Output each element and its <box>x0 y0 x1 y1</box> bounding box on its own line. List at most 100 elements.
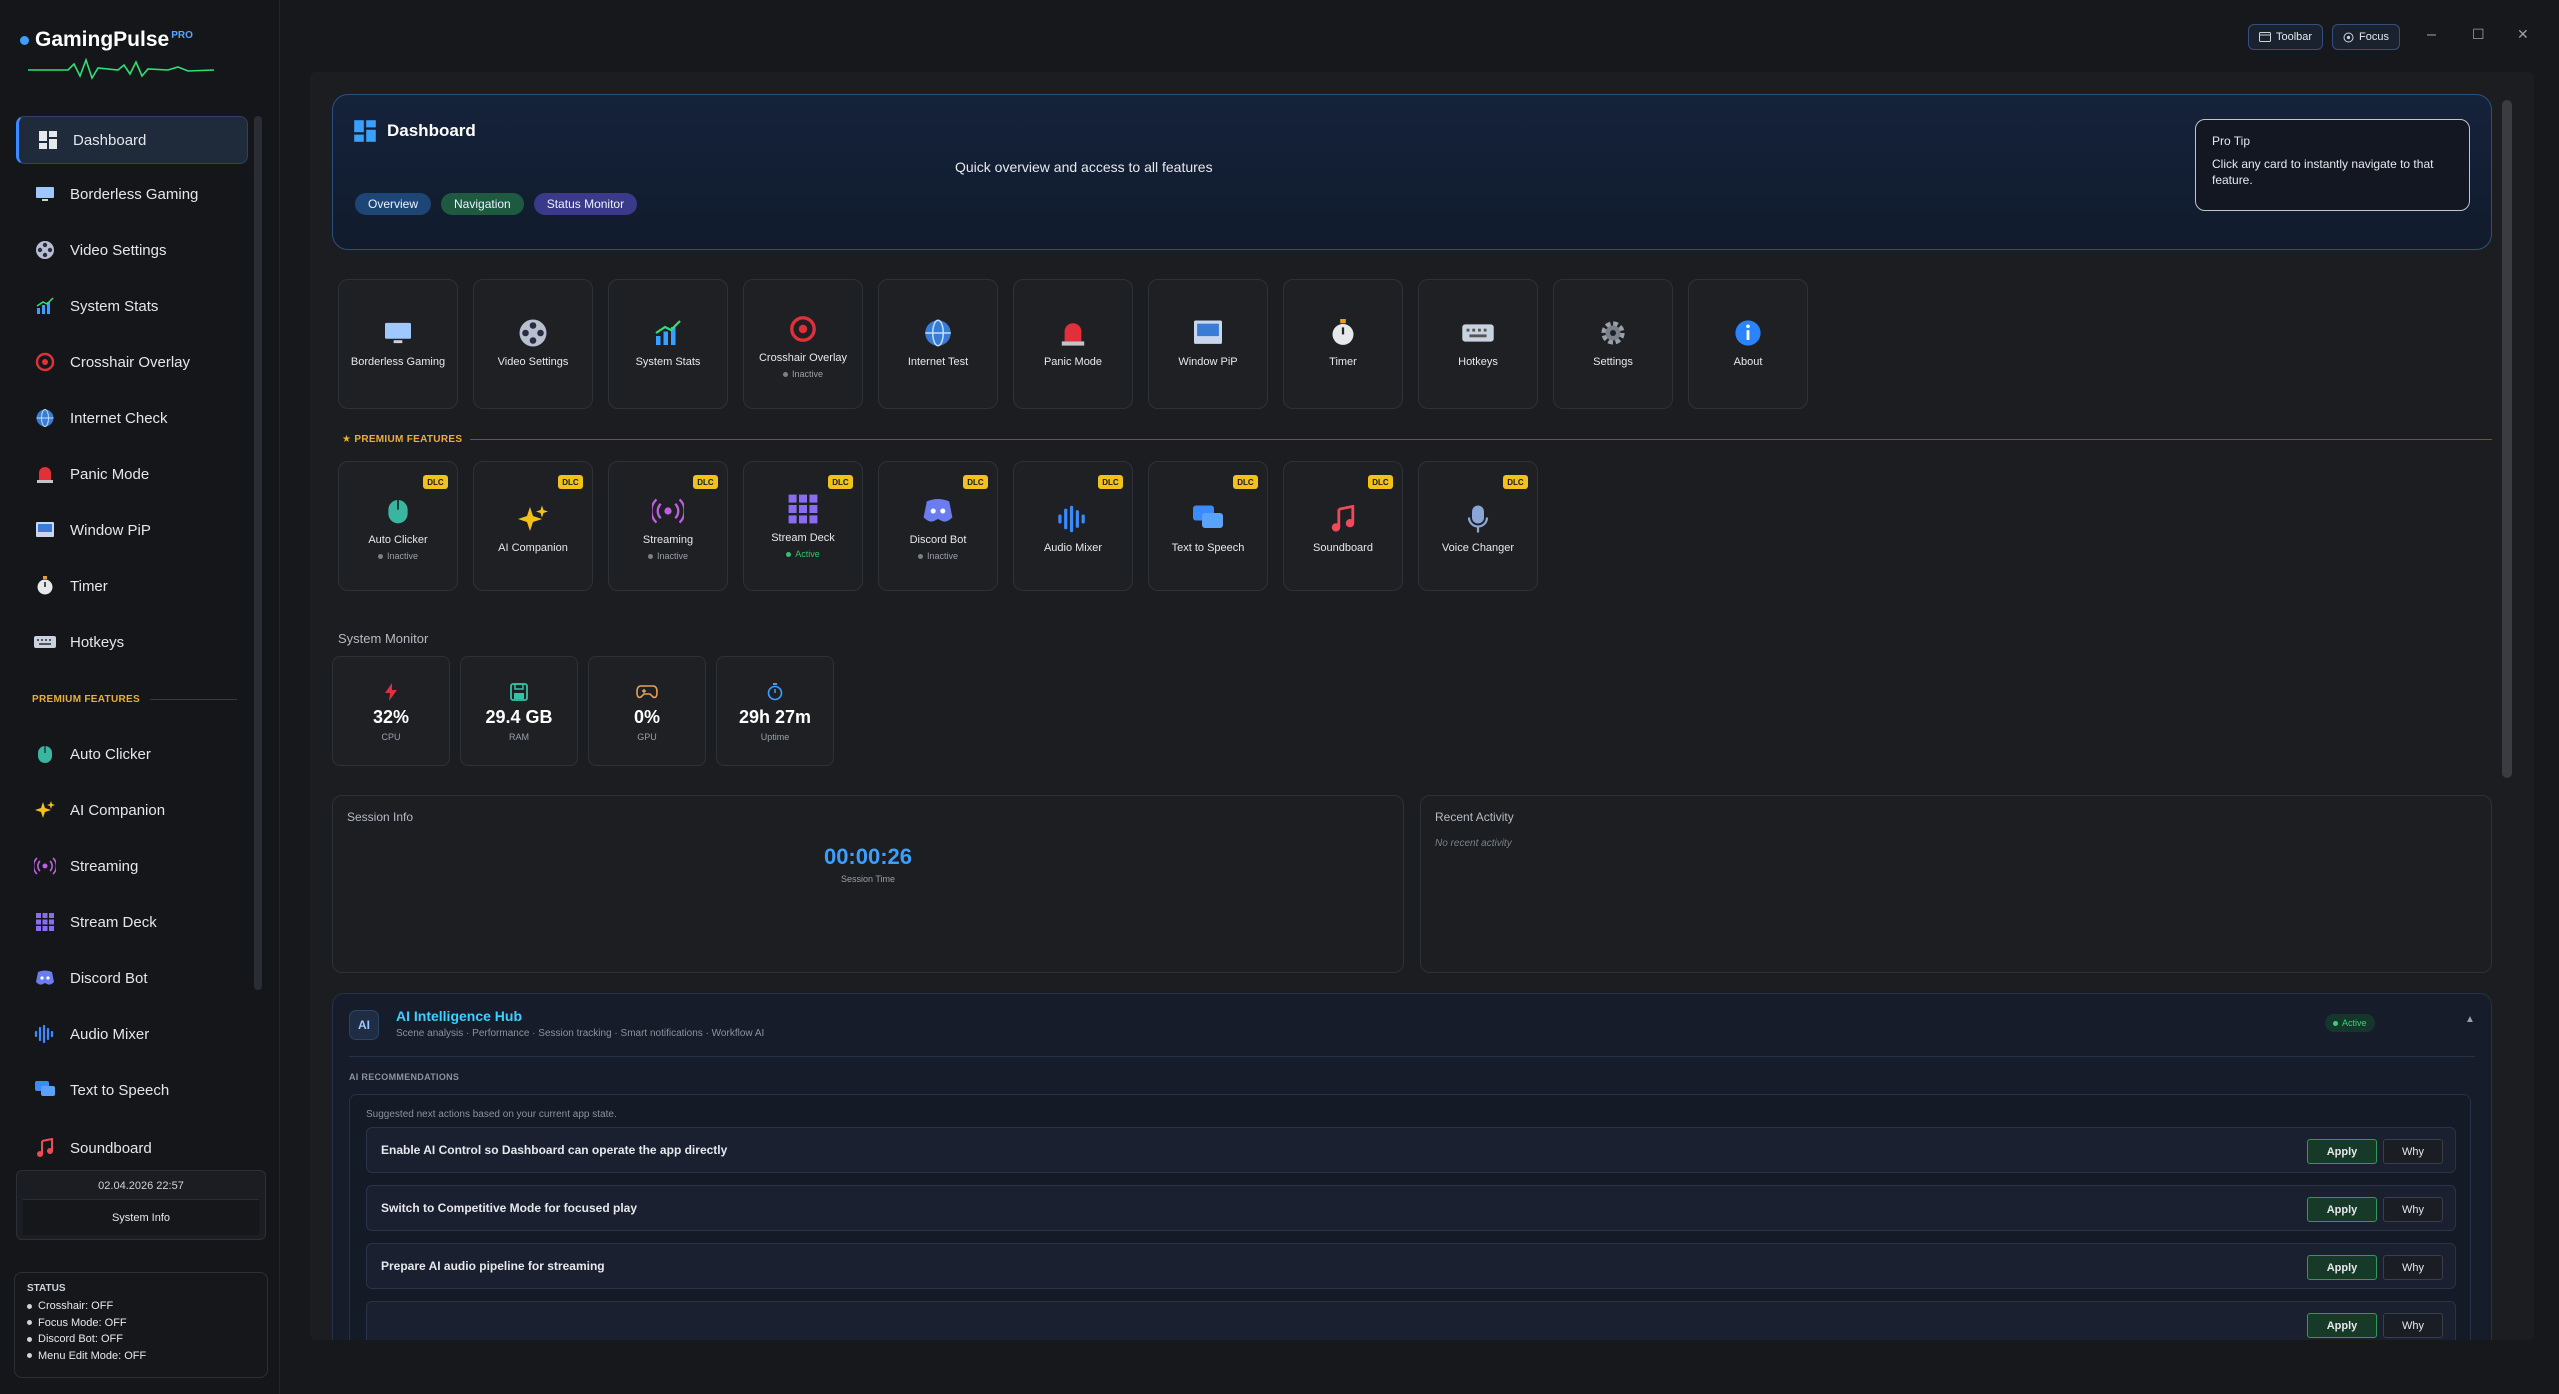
feature-card-label: Video Settings <box>497 356 569 368</box>
sidebar-item-auto-clicker[interactable]: Auto Clicker <box>16 730 248 778</box>
mouse-icon <box>381 494 415 528</box>
sidebar-item-ai-companion[interactable]: AI Companion <box>16 786 248 834</box>
sidebar-item-audio-mixer[interactable]: Audio Mixer <box>16 1010 248 1058</box>
toolbar-button[interactable]: Toolbar <box>2248 24 2324 50</box>
sidebar-item-crosshair-overlay[interactable]: Crosshair Overlay <box>16 338 248 386</box>
recommendation-row: Prepare AI audio pipeline for streaming … <box>366 1243 2456 1289</box>
sidebar-item-system-stats[interactable]: System Stats <box>16 282 248 330</box>
why-button[interactable]: Why <box>2383 1313 2443 1338</box>
feature-card-crosshair-overlay[interactable]: Crosshair Overlay Inactive <box>743 279 863 409</box>
sidebar-item-window-pip[interactable]: Window PiP <box>16 506 248 554</box>
apply-button[interactable]: Apply <box>2307 1197 2377 1222</box>
sidebar-item-stream-deck[interactable]: Stream Deck <box>16 898 248 946</box>
monitor-card-cpu: 32% CPU <box>332 656 450 766</box>
pip-icon <box>1191 316 1225 350</box>
feature-card-video-settings[interactable]: Video Settings <box>473 279 593 409</box>
page-title: Dashboard <box>353 119 476 143</box>
close-button[interactable]: ✕ <box>2517 26 2529 43</box>
feature-card-hotkeys[interactable]: Hotkeys <box>1418 279 1538 409</box>
status-title: STATUS <box>27 1283 66 1294</box>
crosshair-icon <box>786 312 820 346</box>
maximize-button[interactable]: ☐ <box>2472 26 2485 43</box>
feature-card-borderless-gaming[interactable]: Borderless Gaming <box>338 279 458 409</box>
sidebar-item-timer[interactable]: Timer <box>16 562 248 610</box>
ai-status-badge: Active <box>2325 1014 2375 1032</box>
why-button[interactable]: Why <box>2383 1139 2443 1164</box>
premium-card-ai-companion[interactable]: DLC AI Companion <box>473 461 593 591</box>
sidebar-scrollbar[interactable] <box>254 116 262 990</box>
sidebar-item-label: Hotkeys <box>70 633 125 651</box>
system-info-button[interactable]: System Info <box>23 1199 259 1235</box>
brand: GamingPulse PRO <box>20 28 193 52</box>
apply-button[interactable]: Apply <box>2307 1255 2377 1280</box>
feature-card-system-stats[interactable]: System Stats <box>608 279 728 409</box>
monitor-icon <box>381 316 415 350</box>
feature-card-label: Crosshair Overlay <box>758 352 848 364</box>
broadcast-icon <box>34 855 56 877</box>
pill-status-monitor[interactable]: Status Monitor <box>533 193 638 215</box>
premium-card-text-to-speech[interactable]: DLC Text to Speech <box>1148 461 1268 591</box>
sidebar-item-video-settings[interactable]: Video Settings <box>16 226 248 274</box>
siren-icon <box>1056 316 1090 350</box>
feature-card-label: Streaming <box>642 534 694 546</box>
feature-card-label: Audio Mixer <box>1043 542 1103 554</box>
sidebar-item-discord-bot[interactable]: Discord Bot <box>16 954 248 1002</box>
premium-section-header: PREMIUM FEATURES <box>32 694 237 705</box>
pill-overview[interactable]: Overview <box>355 193 432 215</box>
why-button[interactable]: Why <box>2383 1197 2443 1222</box>
stopwatch-icon <box>764 681 786 703</box>
feature-card-timer[interactable]: Timer <box>1283 279 1403 409</box>
speech-bubble-icon <box>1191 502 1225 536</box>
chart-icon <box>651 316 685 350</box>
sidebar-item-dashboard[interactable]: Dashboard <box>16 116 248 164</box>
feature-card-label: Internet Test <box>907 356 969 368</box>
sidebar-item-hotkeys[interactable]: Hotkeys <box>16 618 248 666</box>
main-scrollbar[interactable] <box>2502 100 2512 778</box>
sidebar-item-internet-check[interactable]: Internet Check <box>16 394 248 442</box>
premium-card-audio-mixer[interactable]: DLC Audio Mixer <box>1013 461 1133 591</box>
feature-card-label: Soundboard <box>1313 542 1373 554</box>
feature-card-internet-test[interactable]: Internet Test <box>878 279 998 409</box>
feature-card-settings[interactable]: Settings <box>1553 279 1673 409</box>
dlc-badge: DLC <box>963 475 988 489</box>
feature-card-label: About <box>1733 356 1763 368</box>
premium-card-discord-bot[interactable]: DLC Discord Bot Inactive <box>878 461 998 591</box>
sidebar-item-label: Crosshair Overlay <box>70 353 191 371</box>
film-reel-icon <box>516 316 550 350</box>
chart-icon <box>34 295 56 317</box>
premium-card-stream-deck[interactable]: DLC Stream Deck Active <box>743 461 863 591</box>
premium-card-auto-clicker[interactable]: DLC Auto Clicker Inactive <box>338 461 458 591</box>
sidebar-item-panic-mode[interactable]: Panic Mode <box>16 450 248 498</box>
monitor-card-ram: 29.4 GB RAM <box>460 656 578 766</box>
feature-card-status: Inactive <box>918 551 958 561</box>
feature-card-window-pip[interactable]: Window PiP <box>1148 279 1268 409</box>
recommendation-text: Prepare AI audio pipeline for streaming <box>381 1259 605 1273</box>
apply-button[interactable]: Apply <box>2307 1313 2377 1338</box>
sidebar-item-soundboard[interactable]: Soundboard <box>16 1124 248 1172</box>
datetime-box: 02.04.2026 22:57 System Info <box>16 1170 266 1240</box>
why-button[interactable]: Why <box>2383 1255 2443 1280</box>
apply-button[interactable]: Apply <box>2307 1139 2377 1164</box>
focus-button[interactable]: Focus <box>2332 24 2400 50</box>
status-panel: STATUS Crosshair: OFF Focus Mode: OFF Di… <box>14 1272 268 1378</box>
page-title-text: Dashboard <box>387 121 476 140</box>
sparkles-icon <box>516 502 550 536</box>
premium-card-soundboard[interactable]: DLC Soundboard <box>1283 461 1403 591</box>
collapse-caret-icon[interactable]: ▲ <box>2465 1014 2475 1025</box>
pro-tip-text: Click any card to instantly navigate to … <box>2212 157 2434 187</box>
status-row: Focus Mode: OFF <box>27 1315 255 1332</box>
waveform-icon <box>1056 502 1090 536</box>
feature-card-about[interactable]: About <box>1688 279 1808 409</box>
monitor-label: RAM <box>509 732 529 742</box>
feature-card-panic-mode[interactable]: Panic Mode <box>1013 279 1133 409</box>
minimize-button[interactable]: – <box>2427 26 2436 44</box>
sidebar-item-text-to-speech[interactable]: Text to Speech <box>16 1066 248 1114</box>
premium-card-streaming[interactable]: DLC Streaming Inactive <box>608 461 728 591</box>
stopwatch-icon <box>1326 316 1360 350</box>
sidebar: GamingPulse PRO Dashboard Borderless Gam… <box>0 0 280 1394</box>
premium-card-voice-changer[interactable]: DLC Voice Changer <box>1418 461 1538 591</box>
sidebar-item-borderless-gaming[interactable]: Borderless Gaming <box>16 170 248 218</box>
pro-badge: PRO <box>171 29 193 41</box>
pill-navigation[interactable]: Navigation <box>441 193 524 215</box>
sidebar-item-streaming[interactable]: Streaming <box>16 842 248 890</box>
